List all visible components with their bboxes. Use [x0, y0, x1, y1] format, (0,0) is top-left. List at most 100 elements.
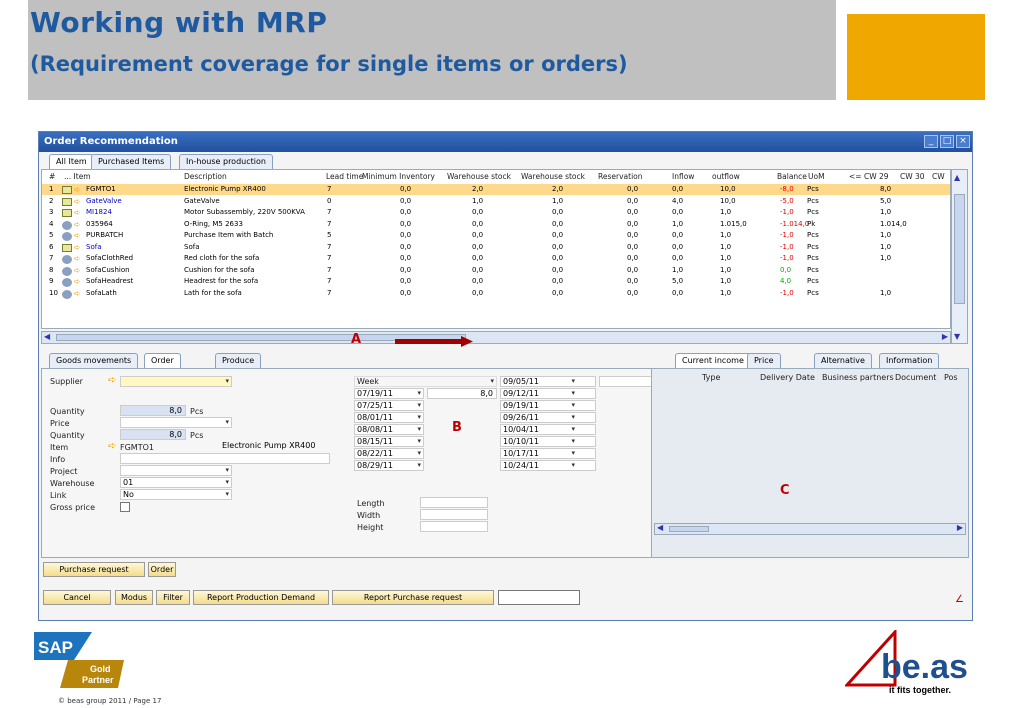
- tab-information[interactable]: Information: [879, 353, 940, 368]
- tab-inhouse-production[interactable]: In-house production: [179, 154, 273, 169]
- tab-goods-movements[interactable]: Goods movements: [49, 353, 139, 368]
- col-type[interactable]: Type: [702, 373, 720, 382]
- grid-horizontal-scrollbar[interactable]: ◀ ▶: [41, 331, 951, 344]
- table-row[interactable]: ➪ 2 GateValve GateValve 0 0,0 1,0 1,0 0,0 4,0 10,0…: [42, 196, 950, 207]
- link-arrow-icon[interactable]: ➪: [108, 375, 116, 386]
- link-arrow-icon[interactable]: ➪: [74, 185, 81, 194]
- table-row[interactable]: ➪ 6 Sofa Sofa 7 0,0 0,0 0,0 0,0 0,0 1,0 -1,0 Pcs 1,0: [42, 242, 950, 253]
- chevron-down-icon[interactable]: ▾: [417, 413, 421, 421]
- col-header-balance[interactable]: Balance: [777, 172, 807, 181]
- chevron-down-icon[interactable]: ▾: [417, 425, 421, 433]
- quantity2-field[interactable]: 8,0: [120, 429, 186, 440]
- week-date-field-2[interactable]: 10/10/11 ▾: [500, 436, 596, 447]
- chevron-down-icon[interactable]: ▾: [571, 425, 575, 433]
- warehouse-field[interactable]: 01 ▾: [120, 477, 232, 488]
- price-field[interactable]: ▾: [120, 417, 232, 428]
- week-date-field[interactable]: 08/01/11 ▾: [354, 412, 424, 423]
- week-date-field[interactable]: 08/22/11 ▾: [354, 448, 424, 459]
- report-purchase-request-button[interactable]: Report Purchase request: [332, 590, 494, 605]
- table-row[interactable]: ➪ 5 PURBATCH Purchase Item with Batch 5 0,0 0,…: [42, 230, 950, 241]
- col-delivery-date[interactable]: Delivery Date: [760, 373, 815, 382]
- scroll-thumb[interactable]: [954, 194, 965, 304]
- col-header-reservation[interactable]: Reservation: [598, 172, 643, 181]
- maximize-icon[interactable]: □: [940, 135, 954, 148]
- right-hscroll[interactable]: ◀ ▶: [654, 523, 966, 535]
- right-scroll-right-icon[interactable]: ▶: [957, 523, 963, 532]
- scroll-left-icon[interactable]: ◀: [44, 332, 50, 341]
- info-field[interactable]: [120, 453, 330, 464]
- week-date-field-2[interactable]: 09/26/11 ▾: [500, 412, 596, 423]
- col-header-warehouse-stock[interactable]: Warehouse stock: [447, 172, 511, 181]
- col-header-inflow[interactable]: Inflow: [672, 172, 694, 181]
- table-row[interactable]: ➪ 7 SofaClothRed Red cloth for the sofa 7 0,0…: [42, 253, 950, 264]
- right-scroll-left-icon[interactable]: ◀: [657, 523, 663, 532]
- report-input[interactable]: [498, 590, 580, 605]
- tab-current-income[interactable]: Current income: [675, 353, 751, 368]
- close-icon[interactable]: ×: [956, 135, 970, 148]
- chevron-down-icon[interactable]: ▾: [571, 437, 575, 445]
- link-arrow-icon[interactable]: ➪: [74, 254, 81, 263]
- scroll-right-icon[interactable]: ▶: [942, 332, 948, 341]
- col-header-outflow[interactable]: outflow: [712, 172, 740, 181]
- scroll-down-icon[interactable]: ▼: [954, 332, 960, 341]
- link-arrow-icon[interactable]: ➪: [74, 208, 81, 217]
- col-header-description[interactable]: Description: [184, 172, 227, 181]
- col-header-cw30[interactable]: CW 30: [900, 172, 925, 181]
- gross-price-checkbox[interactable]: [120, 502, 130, 512]
- col-header-num[interactable]: #: [49, 172, 55, 181]
- chevron-down-icon[interactable]: ▾: [417, 389, 421, 397]
- week-qty-first[interactable]: 8,0: [427, 388, 497, 399]
- length-field[interactable]: [420, 497, 488, 508]
- week-date-field[interactable]: 08/15/11 ▾: [354, 436, 424, 447]
- link-arrow-icon[interactable]: ➪: [74, 220, 81, 229]
- week-date-field-2[interactable]: 09/05/11 ▾: [500, 376, 596, 387]
- filter-button[interactable]: Filter: [156, 590, 190, 605]
- week-date-field[interactable]: 08/08/11 ▾: [354, 424, 424, 435]
- purchase-request-button[interactable]: Purchase request: [43, 562, 145, 577]
- chevron-down-icon[interactable]: ▾: [571, 389, 575, 397]
- chevron-down-icon[interactable]: ▾: [417, 437, 421, 445]
- chevron-down-icon[interactable]: ▾: [571, 401, 575, 409]
- chevron-down-icon[interactable]: ▾: [571, 377, 575, 385]
- col-header-uom[interactable]: UoM: [808, 172, 825, 181]
- tab-all-item[interactable]: All Item: [49, 154, 94, 169]
- week-date-field[interactable]: 07/19/11 ▾: [354, 388, 424, 399]
- link-arrow-icon[interactable]: ➪: [74, 243, 81, 252]
- width-field[interactable]: [420, 509, 488, 520]
- week-date-field-2[interactable]: 10/24/11 ▾: [500, 460, 596, 471]
- week-date-field[interactable]: 08/29/11 ▾: [354, 460, 424, 471]
- week-date-field[interactable]: 07/25/11 ▾: [354, 400, 424, 411]
- col-business-partners[interactable]: Business partners: [822, 373, 894, 382]
- link-arrow-icon[interactable]: ➪: [74, 289, 81, 298]
- col-pos[interactable]: Pos: [944, 373, 958, 382]
- link-arrow-icon[interactable]: ➪: [74, 277, 81, 286]
- week-date-field-2[interactable]: 10/04/11 ▾: [500, 424, 596, 435]
- grid-vertical-scrollbar[interactable]: ▲ ▼: [951, 169, 968, 344]
- week-select[interactable]: ▾: [354, 376, 497, 387]
- scroll-up-icon[interactable]: ▲: [954, 173, 960, 182]
- col-header-item[interactable]: ... Item: [64, 172, 91, 181]
- chevron-down-icon[interactable]: ▾: [571, 461, 575, 469]
- chevron-down-icon[interactable]: ▾: [571, 449, 575, 457]
- right-scroll-thumb[interactable]: [669, 526, 709, 532]
- minimize-icon[interactable]: _: [924, 135, 938, 148]
- height-field[interactable]: [420, 521, 488, 532]
- cancel-button[interactable]: Cancel: [43, 590, 111, 605]
- week-date-field-2[interactable]: 09/19/11 ▾: [500, 400, 596, 411]
- project-field[interactable]: ▾: [120, 465, 232, 476]
- link-arrow-icon[interactable]: ➪: [74, 231, 81, 240]
- col-header-cw29[interactable]: <= CW 29: [849, 172, 889, 181]
- tab-price[interactable]: Price: [747, 353, 781, 368]
- item-field[interactable]: FGMTO1: [120, 443, 154, 452]
- tab-produce[interactable]: Produce: [215, 353, 262, 368]
- table-row[interactable]: ➪ 4 035964 O-Ring, M5 2633 7 0,0 0,0 0,0 0,0 1,0 1…: [42, 219, 950, 230]
- col-header-cw[interactable]: CW: [932, 172, 945, 181]
- quantity-field[interactable]: 8,0: [120, 405, 186, 416]
- chevron-down-icon[interactable]: ▾: [417, 401, 421, 409]
- col-header-warehouse-stock-2[interactable]: Warehouse stock: [521, 172, 585, 181]
- modus-button[interactable]: Modus: [115, 590, 153, 605]
- table-row[interactable]: ➪ 8 SofaCushion Cushion for the sofa 7 0,0 0,0…: [42, 265, 950, 276]
- tab-purchased-items[interactable]: Purchased Items: [91, 154, 172, 169]
- link-field[interactable]: No ▾: [120, 489, 232, 500]
- supplier-field[interactable]: ▾: [120, 376, 232, 387]
